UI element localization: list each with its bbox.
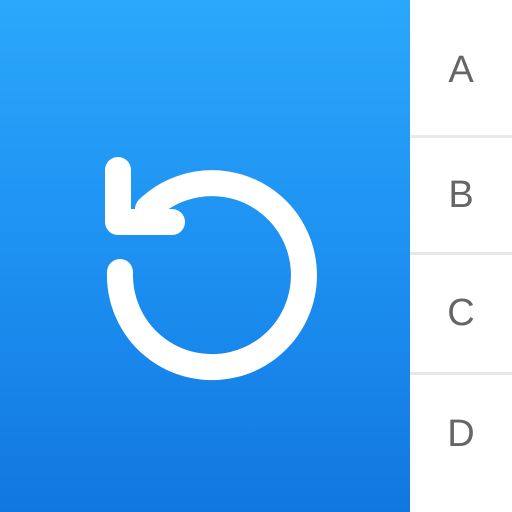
index-sidebar: A B C D <box>410 0 512 512</box>
index-item-label: C <box>447 292 475 334</box>
index-item-label: B <box>448 173 474 216</box>
index-item-d[interactable]: D <box>410 375 512 512</box>
index-item-c[interactable]: C <box>410 255 512 375</box>
index-item-label: D <box>447 413 475 455</box>
undo-icon[interactable] <box>0 0 410 512</box>
index-item-a[interactable]: A <box>410 0 512 138</box>
main-panel <box>0 0 410 512</box>
index-item-b[interactable]: B <box>410 138 512 255</box>
app-window: A B C D <box>0 0 512 512</box>
index-item-label: A <box>448 49 474 91</box>
